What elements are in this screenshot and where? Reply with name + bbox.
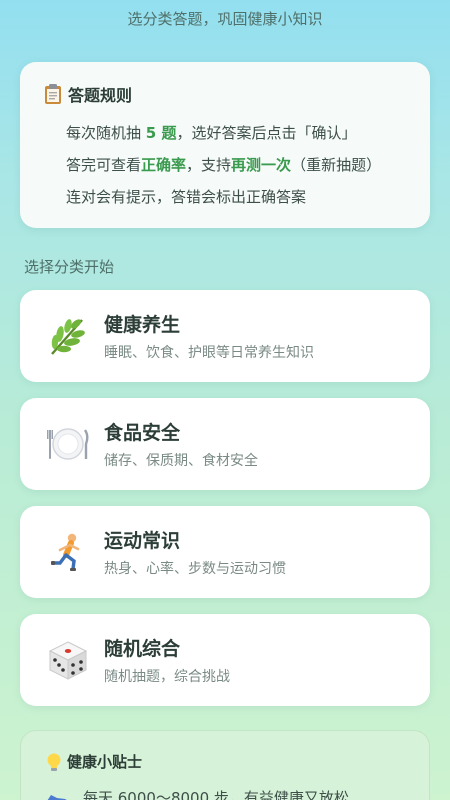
herb-icon [46,314,90,358]
rule-highlight: 再测一次 [231,156,292,174]
section-label: 选择分类开始 [24,258,115,276]
lightbulb-icon [45,752,63,772]
tip-line: 每天 6000～8000 步，有益健康又放松 [45,787,349,800]
category-title: 食品安全 [104,422,181,444]
rule-highlight: 5 题 [145,124,177,142]
tips-card: 健康小贴士 每天 6000～8000 步，有益健康又放松 [20,730,430,800]
tip-text: 每天 6000～8000 步，有益健康又放松 [83,789,349,800]
category-card-random[interactable]: 随机综合 随机抽题，综合挑战 [20,614,430,706]
rules-card: 答题规则 每次随机抽 5 题，选好答案后点击「确认」 答完可查看正确率，支持再测… [20,62,430,228]
tips-title: 健康小贴士 [67,753,143,771]
category-desc: 睡眠、饮食、护眼等日常养生知识 [104,345,314,361]
rule-text: 答完可查看 [66,156,142,174]
rule-text: ，支持 [186,156,232,174]
rule-line-3: 连对会有提示，答错会标出正确答案 [66,188,307,206]
category-card-exercise[interactable]: 运动常识 热身、心率、步数与运动习惯 [20,506,430,598]
category-desc: 储存、保质期、食材安全 [104,453,258,469]
shoe-icon [45,789,69,800]
category-desc: 随机抽题，综合挑战 [104,669,230,685]
rule-line-2: 答完可查看正确率，支持再测一次（重新抽题） [66,154,381,175]
runner-icon [46,530,90,574]
page-subtitle: 选分类答题，巩固健康小知识 [127,10,323,28]
rule-text: 每次随机抽 [66,124,146,142]
clipboard-icon [44,83,62,105]
rules-title-row: 答题规则 [44,82,132,106]
category-title: 运动常识 [104,530,181,552]
rule-text: （重新抽题） [291,156,382,174]
rule-line-1: 每次随机抽 5 题，选好答案后点击「确认」 [66,122,356,143]
tips-title-row: 健康小贴士 [45,751,142,772]
category-title: 随机综合 [104,638,181,660]
dice-icon [46,638,90,682]
category-desc: 热身、心率、步数与运动习惯 [104,561,286,577]
rule-highlight: 正确率 [141,156,187,174]
category-card-food-safety[interactable]: 食品安全 储存、保质期、食材安全 [20,398,430,490]
rules-title: 答题规则 [68,86,133,105]
rule-text: ，选好答案后点击「确认」 [176,124,357,142]
category-card-health[interactable]: 健康养生 睡眠、饮食、护眼等日常养生知识 [20,290,430,382]
plate-cutlery-icon [46,422,90,466]
category-title: 健康养生 [104,314,181,336]
